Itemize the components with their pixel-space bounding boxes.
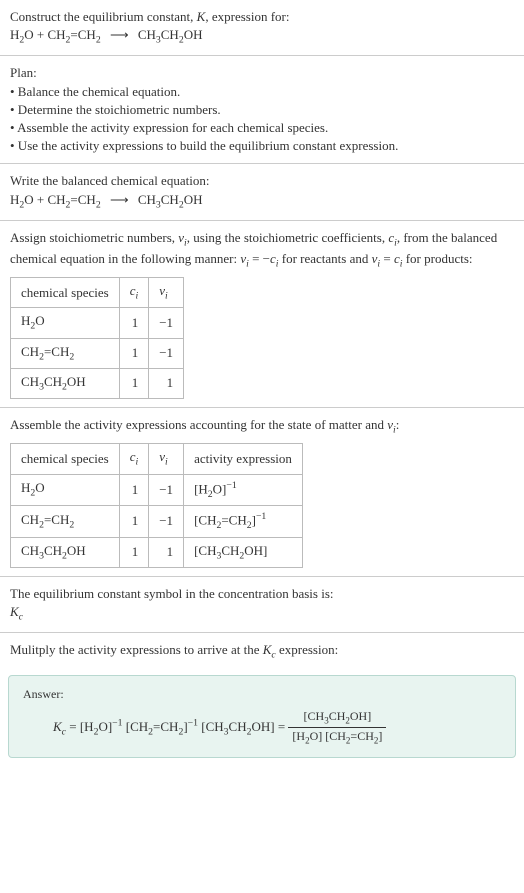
answer-label: Answer: xyxy=(23,686,501,703)
fraction-numerator: [CH3CH2OH] xyxy=(288,708,386,728)
activity-section: Assemble the activity expressions accoun… xyxy=(0,408,524,577)
plan-item: • Balance the chemical equation. xyxy=(10,83,514,101)
ci-cell: 1 xyxy=(119,474,149,506)
plan-item: • Use the activity expressions to build … xyxy=(10,137,514,155)
activity-table: chemical species ci νi activity expressi… xyxy=(10,443,303,568)
answer-fraction: [CH3CH2OH][H2O] [CH2=CH2] xyxy=(288,708,386,747)
vi-cell: 1 xyxy=(149,537,184,567)
species-cell: H2O xyxy=(11,474,120,506)
ci-cell: 1 xyxy=(119,338,149,368)
intro-text: Construct the equilibrium constant, K, e… xyxy=(10,8,514,26)
vi-cell: −1 xyxy=(149,308,184,338)
symbol-kc: Kc xyxy=(10,603,514,624)
species-cell: CH2=CH2 xyxy=(11,338,120,368)
stoich-table: chemical species ci νi H2O 1 −1 CH2=CH2 … xyxy=(10,277,184,399)
fraction-denominator: [H2O] [CH2=CH2] xyxy=(288,728,386,747)
plan-item: • Determine the stoichiometric numbers. xyxy=(10,101,514,119)
intro-equation: H2O + CH2=CH2 ⟶ CH3CH2OH xyxy=(10,26,514,47)
table-row: CH3CH2OH 1 1 xyxy=(11,368,184,398)
symbol-section: The equilibrium constant symbol in the c… xyxy=(0,577,524,633)
ci-cell: 1 xyxy=(119,368,149,398)
vi-cell: −1 xyxy=(149,338,184,368)
table-row: H2O 1 −1 xyxy=(11,308,184,338)
stoich-header-ci: ci xyxy=(119,278,149,308)
table-row: CH2=CH2 1 −1 xyxy=(11,338,184,368)
answer-box: Answer: Kc = [H2O]−1 [CH2=CH2]−1 [CH3CH2… xyxy=(8,675,516,759)
table-header-row: chemical species ci νi xyxy=(11,278,184,308)
species-cell: CH3CH2OH xyxy=(11,368,120,398)
balanced-title: Write the balanced chemical equation: xyxy=(10,172,514,190)
activity-header-expr: activity expression xyxy=(184,444,303,474)
intro-line1b: , expression for: xyxy=(205,9,289,24)
ci-cell: 1 xyxy=(119,537,149,567)
species-cell: H2O xyxy=(11,308,120,338)
vi-cell: 1 xyxy=(149,368,184,398)
activity-header-vi: νi xyxy=(149,444,184,474)
species-cell: CH3CH2OH xyxy=(11,537,120,567)
intro-line1: Construct the equilibrium constant, xyxy=(10,9,197,24)
plan-title: Plan: xyxy=(10,64,514,82)
vi-cell: −1 xyxy=(149,474,184,506)
plan-item: • Assemble the activity expression for e… xyxy=(10,119,514,137)
activity-cell: [H2O]−1 xyxy=(184,474,303,506)
activity-header-species: chemical species xyxy=(11,444,120,474)
species-cell: CH2=CH2 xyxy=(11,506,120,538)
table-row: CH2=CH2 1 −1 [CH2=CH2]−1 xyxy=(11,506,303,538)
activity-cell: [CH3CH2OH] xyxy=(184,537,303,567)
balanced-equation: H2O + CH2=CH2 ⟶ CH3CH2OH xyxy=(10,191,514,212)
vi-cell: −1 xyxy=(149,506,184,538)
answer-lhs: Kc = [H2O]−1 [CH2=CH2]−1 [CH3CH2OH] = xyxy=(53,719,288,734)
multiply-section: Mulitply the activity expressions to arr… xyxy=(0,633,524,670)
stoich-header-species: chemical species xyxy=(11,278,120,308)
ci-cell: 1 xyxy=(119,308,149,338)
multiply-text: Mulitply the activity expressions to arr… xyxy=(10,641,514,662)
activity-header-ci: ci xyxy=(119,444,149,474)
ci-cell: 1 xyxy=(119,506,149,538)
activity-intro: Assemble the activity expressions accoun… xyxy=(10,416,514,437)
answer-equation: Kc = [H2O]−1 [CH2=CH2]−1 [CH3CH2OH] = [C… xyxy=(23,708,501,747)
symbol-text: The equilibrium constant symbol in the c… xyxy=(10,585,514,603)
activity-cell: [CH2=CH2]−1 xyxy=(184,506,303,538)
stoich-header-vi: νi xyxy=(149,278,184,308)
table-row: H2O 1 −1 [H2O]−1 xyxy=(11,474,303,506)
table-row: CH3CH2OH 1 1 [CH3CH2OH] xyxy=(11,537,303,567)
stoich-section: Assign stoichiometric numbers, νi, using… xyxy=(0,221,524,408)
intro-section: Construct the equilibrium constant, K, e… xyxy=(0,0,524,56)
table-header-row: chemical species ci νi activity expressi… xyxy=(11,444,303,474)
plan-section: Plan: • Balance the chemical equation. •… xyxy=(0,56,524,164)
stoich-intro: Assign stoichiometric numbers, νi, using… xyxy=(10,229,514,271)
balanced-section: Write the balanced chemical equation: H2… xyxy=(0,164,524,220)
